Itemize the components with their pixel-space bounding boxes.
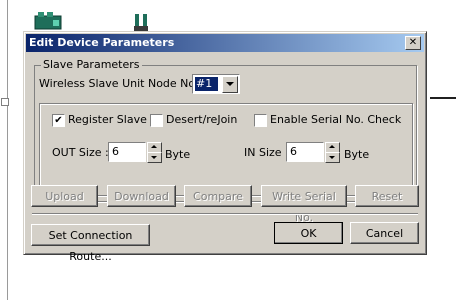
out-size-unit: Byte (165, 148, 191, 161)
desert-rejoin-checkbox[interactable] (150, 114, 163, 127)
background-tree-line (7, 0, 8, 300)
register-slave-checkbox[interactable]: ✔ (52, 114, 65, 127)
out-size-down-icon[interactable] (147, 152, 162, 163)
slave-parameters-legend: Slave Parameters (41, 58, 142, 71)
reset-button[interactable]: Reset (355, 185, 419, 207)
serial-check-label: Enable Serial No. Check (270, 113, 402, 126)
compare-button[interactable]: Compare (184, 185, 252, 207)
cancel-button[interactable]: Cancel (350, 222, 419, 244)
node-number-label: Wireless Slave Unit Node No. : (39, 77, 206, 90)
edit-device-parameters-dialog: Edit Device Parameters ✕ Slave Parameter… (23, 31, 427, 263)
chevron-down-icon[interactable] (222, 76, 238, 93)
in-size-unit: Byte (344, 148, 370, 161)
write-serial-button[interactable]: Write Serial No. (261, 185, 347, 224)
antenna-icon (134, 14, 148, 31)
background-network-line (430, 97, 456, 99)
dialog-separator (32, 213, 418, 215)
in-size-down-icon[interactable] (325, 152, 340, 163)
dialog-titlebar[interactable]: Edit Device Parameters ✕ (26, 34, 424, 52)
set-connection-route-button[interactable]: Set Connection Route... (31, 224, 150, 263)
node-number-value: #1 (195, 77, 218, 91)
out-size-input[interactable]: 6 (108, 142, 146, 162)
tree-expander[interactable] (1, 98, 9, 106)
in-size-value: 6 (290, 145, 297, 158)
out-size-value: 6 (112, 145, 119, 158)
in-size-label: IN Size : (244, 146, 289, 159)
serial-check-checkbox[interactable] (254, 114, 267, 127)
register-slave-label: Register Slave (68, 113, 147, 126)
ok-button[interactable]: OK (274, 222, 343, 244)
dialog-title: Edit Device Parameters (29, 36, 175, 49)
close-icon[interactable]: ✕ (405, 36, 421, 50)
download-button[interactable]: Download (107, 185, 176, 207)
upload-button[interactable]: Upload (31, 185, 98, 207)
in-size-input[interactable]: 6 (286, 142, 324, 162)
device-unit-icon (34, 12, 62, 30)
desert-rejoin-label: Desert/reJoin (166, 113, 238, 126)
node-number-select[interactable]: #1 (192, 74, 240, 94)
out-size-label: OUT Size : (52, 146, 109, 159)
